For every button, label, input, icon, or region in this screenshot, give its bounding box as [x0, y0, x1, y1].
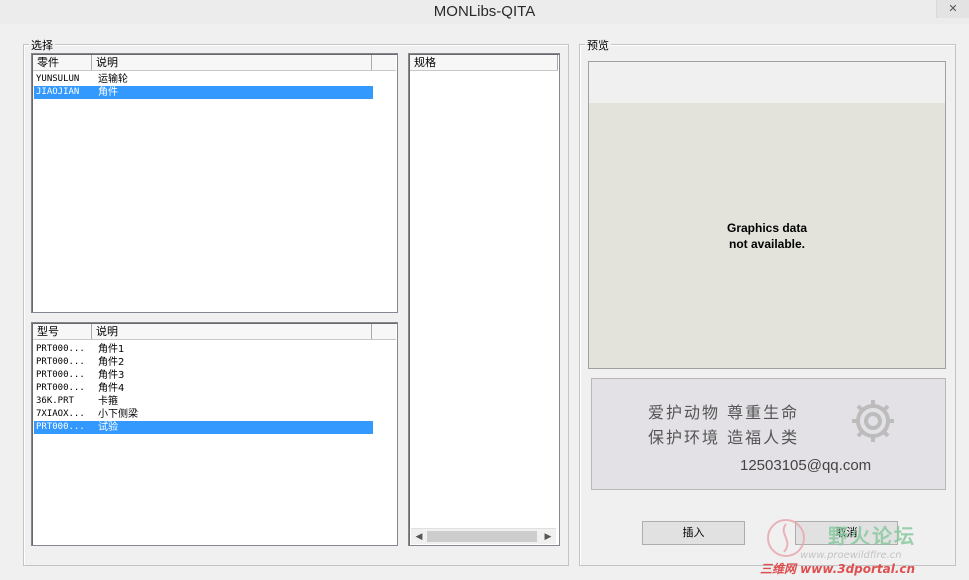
scroll-right-arrow-icon[interactable]: ▶ [541, 530, 555, 544]
list-item[interactable]: PRT000... 试验 [34, 421, 373, 434]
part-name: YUNSULUN [36, 74, 80, 84]
model-name: 36K.PRT [36, 396, 74, 406]
model-desc: 试验 [98, 422, 118, 433]
part-name: JIAOJIAN [36, 87, 80, 97]
preview-canvas: Graphics data not available. [589, 103, 945, 368]
list-item[interactable]: PRT000... 角件4 [34, 382, 373, 395]
close-button[interactable]: ✕ [936, 0, 969, 18]
select-group-label: 选择 [29, 37, 55, 53]
gear-icon [852, 400, 894, 442]
model-name: PRT000... [36, 422, 85, 432]
scrollbar-thumb[interactable] [427, 531, 537, 542]
col-header-model[interactable]: 型号 [33, 324, 92, 339]
col-header-desc[interactable]: 说明 [92, 324, 372, 339]
model-name: PRT000... [36, 370, 85, 380]
spec-list-header: 规格 [410, 55, 558, 71]
slogan-banner: 爱护动物 尊重生命 保护环境 造福人类 12503105@qq.com [591, 378, 946, 490]
window-title: MONLibs-QITA [433, 3, 536, 20]
model-list[interactable]: 型号 说明 PRT000... 角件1 PRT000... 角件2 PRT000… [31, 322, 398, 546]
preview-group-label: 预览 [585, 37, 611, 53]
model-list-header: 型号 说明 [33, 324, 396, 340]
contact-email: 12503105@qq.com [740, 457, 872, 474]
part-desc: 运输轮 [98, 74, 128, 85]
list-item[interactable]: PRT000... 角件3 [34, 369, 373, 382]
part-desc: 角件 [98, 87, 118, 98]
insert-button[interactable]: 插入 [642, 521, 745, 545]
spec-horizontal-scrollbar[interactable]: ◀ ▶ [411, 528, 556, 544]
model-name: PRT000... [36, 383, 85, 393]
no-data-line1: Graphics data [726, 221, 808, 235]
list-item[interactable]: PRT000... 角件1 [34, 343, 373, 356]
cancel-button[interactable]: 取消 [795, 521, 898, 545]
list-item[interactable]: JIAOJIAN 角件 [34, 86, 373, 99]
list-item[interactable]: YUNSULUN 运输轮 [34, 73, 373, 86]
model-name: PRT000... [36, 357, 85, 367]
list-item[interactable]: 7XIAOX... 小下侧梁 [34, 408, 373, 421]
model-desc: 卡箍 [98, 396, 118, 407]
scroll-left-arrow-icon[interactable]: ◀ [412, 530, 426, 544]
slogan-line-1: 爱护动物 尊重生命 [648, 403, 800, 422]
model-desc: 角件3 [98, 370, 125, 381]
model-desc: 角件1 [98, 344, 125, 355]
col-header-desc[interactable]: 说明 [92, 55, 372, 70]
title-bar: MONLibs-QITA ✕ [0, 0, 969, 24]
model-desc: 角件4 [98, 383, 125, 394]
parts-list-header: 零件 说明 [33, 55, 396, 71]
slogan-line-2: 保护环境 造福人类 [648, 428, 800, 447]
col-header-part[interactable]: 零件 [33, 55, 92, 70]
col-header-spec[interactable]: 规格 [410, 55, 558, 70]
model-desc: 角件2 [98, 357, 125, 368]
list-item[interactable]: PRT000... 角件2 [34, 356, 373, 369]
spec-list[interactable]: 规格 [408, 53, 560, 546]
no-graphics-message: Graphics data not available. [589, 220, 945, 252]
model-desc: 小下侧梁 [98, 409, 138, 420]
model-name: PRT000... [36, 344, 85, 354]
list-item[interactable]: 36K.PRT 卡箍 [34, 395, 373, 408]
model-name: 7XIAOX... [36, 409, 85, 419]
preview-pane: Graphics data not available. [588, 61, 946, 369]
parts-list[interactable]: 零件 说明 YUNSULUN 运输轮 JIAOJIAN 角件 [31, 53, 398, 313]
no-data-line2: not available. [728, 237, 806, 251]
